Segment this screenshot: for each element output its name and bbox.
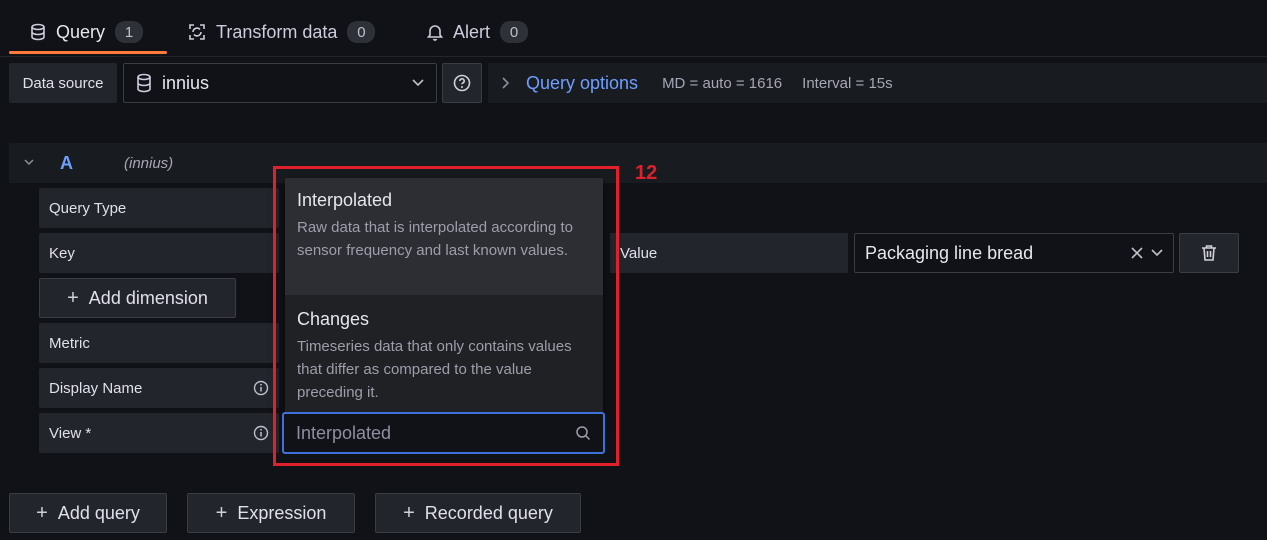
annotation-highlight-box [273, 166, 619, 466]
add-query-label: Add query [57, 502, 140, 523]
expression-button[interactable]: + Expression [187, 493, 355, 533]
annotation-marker: 12 [635, 162, 658, 184]
add-dimension-label: Add dimension [88, 287, 208, 308]
display-name-label: Display Name [39, 368, 279, 408]
tab-alert-label: Alert [453, 21, 491, 42]
info-icon[interactable] [253, 380, 269, 396]
plus-icon: + [403, 502, 415, 524]
chevron-down-icon [1151, 249, 1163, 257]
chevron-right-icon [502, 77, 510, 89]
recorded-query-button[interactable]: + Recorded query [375, 493, 581, 533]
tab-transform-label: Transform data [216, 21, 338, 42]
active-tab-indicator [9, 51, 167, 54]
key-text: Key [49, 244, 75, 262]
query-options-interval: Interval = 15s [802, 74, 893, 92]
metric-label: Metric [39, 323, 279, 363]
question-circle-icon [453, 74, 471, 92]
clear-icon[interactable] [1131, 247, 1143, 259]
metric-text: Metric [49, 334, 90, 352]
datasource-label: Data source [9, 63, 117, 103]
query-options-md: MD = auto = 1616 [662, 74, 783, 92]
database-icon [31, 23, 45, 41]
chevron-down-icon[interactable] [9, 159, 49, 167]
view-text: View * [49, 424, 92, 442]
query-type-text: Query Type [49, 199, 127, 217]
value-select[interactable]: Packaging line bread [854, 233, 1174, 273]
database-icon [137, 73, 151, 93]
expression-label: Expression [237, 502, 327, 523]
tab-transform-count: 0 [347, 21, 376, 43]
add-dimension-button[interactable]: + Add dimension [39, 278, 236, 318]
datasource-select[interactable]: innius [123, 63, 437, 103]
tab-transform-data[interactable]: Transform data 0 [188, 14, 376, 50]
value-label: Value [610, 233, 848, 273]
plus-icon: + [215, 502, 228, 524]
query-options-title: Query options [526, 72, 639, 93]
add-query-button[interactable]: + Add query [9, 493, 167, 533]
query-options-bar[interactable]: Query options MD = auto = 1616 Interval … [488, 63, 1267, 103]
view-label: View * [39, 413, 279, 453]
trash-icon [1202, 245, 1216, 261]
datasource-value: innius [162, 72, 210, 93]
bell-icon [427, 25, 443, 41]
recorded-query-label: Recorded query [424, 502, 553, 523]
query-letter: A [60, 152, 73, 173]
help-button[interactable] [442, 63, 482, 103]
delete-dimension-button[interactable] [1179, 233, 1239, 273]
display-name-text: Display Name [49, 379, 143, 397]
query-type-label: Query Type [39, 188, 279, 228]
plus-icon: + [67, 287, 79, 309]
tab-query-count: 1 [115, 21, 144, 43]
transform-icon [189, 24, 205, 40]
tab-bar: Query 1 Transform data 0 Alert 0 [0, 0, 1267, 57]
tab-alert[interactable]: Alert 0 [427, 14, 529, 50]
tab-alert-count: 0 [500, 21, 529, 43]
tab-query-label: Query [56, 21, 106, 42]
value-selected: Packaging line bread [865, 242, 1034, 263]
plus-icon: + [36, 502, 48, 524]
chevron-down-icon [412, 79, 424, 87]
tab-query[interactable]: Query 1 [30, 14, 144, 50]
key-label: Key [39, 233, 279, 273]
query-datasource-name: (innius) [124, 154, 174, 172]
info-icon[interactable] [253, 425, 269, 441]
